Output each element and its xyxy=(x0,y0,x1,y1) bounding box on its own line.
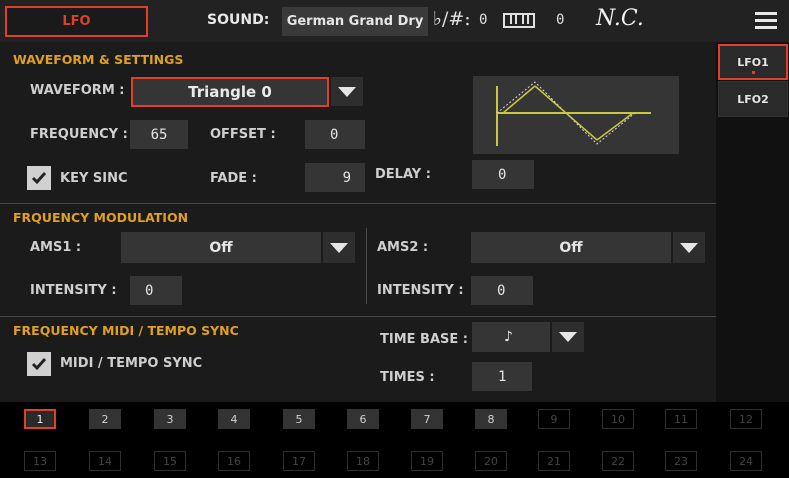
chord-display: N.C. xyxy=(596,6,644,31)
chevron-down-icon xyxy=(680,243,698,253)
page-button-10[interactable]: 10 xyxy=(602,409,634,429)
divider xyxy=(0,203,716,204)
frequency-label: FREQUENCY : xyxy=(30,127,128,142)
menu-icon[interactable] xyxy=(755,12,777,30)
midi-tempo-sync-label: MIDI / TEMPO SYNC xyxy=(60,356,203,371)
column-divider xyxy=(366,228,367,304)
tab-lfo2-label: LFO2 xyxy=(737,92,769,106)
fade-label: FADE : xyxy=(210,171,257,186)
delay-value[interactable]: 0 xyxy=(472,160,534,189)
waveform-dropdown-button[interactable] xyxy=(331,77,363,106)
fade-value[interactable]: 9 xyxy=(305,163,365,192)
divider xyxy=(0,316,716,317)
offset-value[interactable]: 0 xyxy=(305,120,365,149)
midi-tempo-sync-checkbox[interactable] xyxy=(27,352,51,376)
page-button-13[interactable]: 13 xyxy=(24,451,56,471)
chevron-down-icon xyxy=(338,87,356,97)
ams2-select[interactable]: Off xyxy=(471,232,671,263)
check-icon xyxy=(31,358,47,371)
flat-sharp-label: ♭/#: xyxy=(433,8,471,30)
page-button-19[interactable]: 19 xyxy=(411,451,443,471)
page-button-4[interactable]: 4 xyxy=(218,409,250,429)
midi-sync-section-title: FREQUENCY MIDI / TEMPO SYNC xyxy=(13,323,239,338)
times-label: TIMES : xyxy=(380,370,435,385)
page-button-20[interactable]: 20 xyxy=(475,451,507,471)
ams2-label: AMS2 : xyxy=(377,240,429,255)
waveform-section-title: WAVEFORM & SETTINGS xyxy=(13,52,184,67)
waveform-select[interactable]: Triangle 0 xyxy=(131,77,329,107)
ams1-dropdown-button[interactable] xyxy=(323,232,355,263)
ams1-label: AMS1 : xyxy=(30,240,82,255)
octave-value: 0 xyxy=(556,12,565,28)
transpose-value: 0 xyxy=(479,12,488,28)
times-value[interactable]: 1 xyxy=(472,362,532,391)
selected-indicator xyxy=(752,71,755,74)
intensity1-label: INTENSITY : xyxy=(30,283,117,298)
ams2-dropdown-button[interactable] xyxy=(673,232,705,263)
waveform-preview xyxy=(473,76,679,154)
page-button-22[interactable]: 22 xyxy=(602,451,634,471)
page-button-2[interactable]: 2 xyxy=(89,409,121,429)
page-button-6[interactable]: 6 xyxy=(347,409,379,429)
sound-selector[interactable]: German Grand Dry xyxy=(282,7,428,36)
page-button-21[interactable]: 21 xyxy=(538,451,570,471)
keyboard-icon xyxy=(503,13,535,28)
delay-label: DELAY : xyxy=(375,167,431,182)
page-button-3[interactable]: 3 xyxy=(154,409,186,429)
page-button-7[interactable]: 7 xyxy=(411,409,443,429)
time-base-dropdown-button[interactable] xyxy=(552,322,584,352)
page-button-5[interactable]: 5 xyxy=(283,409,315,429)
page-button-15[interactable]: 15 xyxy=(154,451,186,471)
triangle-wave-graph xyxy=(496,81,651,146)
page-button-11[interactable]: 11 xyxy=(665,409,697,429)
tab-lfo1[interactable]: LFO1 xyxy=(718,44,788,80)
lfo-tab[interactable]: LFO xyxy=(5,6,148,37)
chevron-down-icon xyxy=(330,243,348,253)
page-button-16[interactable]: 16 xyxy=(218,451,250,471)
page-button-24[interactable]: 24 xyxy=(730,451,762,471)
frequency-value[interactable]: 65 xyxy=(130,120,188,149)
time-base-label: TIME BASE : xyxy=(380,332,468,347)
page-button-18[interactable]: 18 xyxy=(347,451,379,471)
intensity2-label: INTENSITY : xyxy=(377,283,464,298)
page-button-17[interactable]: 17 xyxy=(283,451,315,471)
sound-label: SOUND: xyxy=(207,12,270,28)
waveform-label: WAVEFORM : xyxy=(30,83,125,98)
tab-lfo2[interactable]: LFO2 xyxy=(718,81,788,117)
key-sinc-label: KEY SINC xyxy=(60,171,128,186)
offset-label: OFFSET : xyxy=(210,127,276,142)
freq-mod-section-title: FRQUENCY MODULATION xyxy=(13,210,189,225)
check-icon xyxy=(31,172,47,185)
page-button-12[interactable]: 12 xyxy=(730,409,762,429)
page-button-1[interactable]: 1 xyxy=(24,409,56,429)
chevron-down-icon xyxy=(559,332,577,342)
ams1-select[interactable]: Off xyxy=(121,232,321,263)
intensity1-value[interactable]: 0 xyxy=(130,276,182,305)
page-button-8[interactable]: 8 xyxy=(475,409,507,429)
tab-lfo1-label: LFO1 xyxy=(737,55,769,69)
intensity2-value[interactable]: 0 xyxy=(471,276,533,305)
page-button-14[interactable]: 14 xyxy=(89,451,121,471)
page-button-9[interactable]: 9 xyxy=(538,409,570,429)
page-button-23[interactable]: 23 xyxy=(665,451,697,471)
time-base-select[interactable]: ♪ xyxy=(472,322,550,352)
key-sinc-checkbox[interactable] xyxy=(27,166,51,190)
